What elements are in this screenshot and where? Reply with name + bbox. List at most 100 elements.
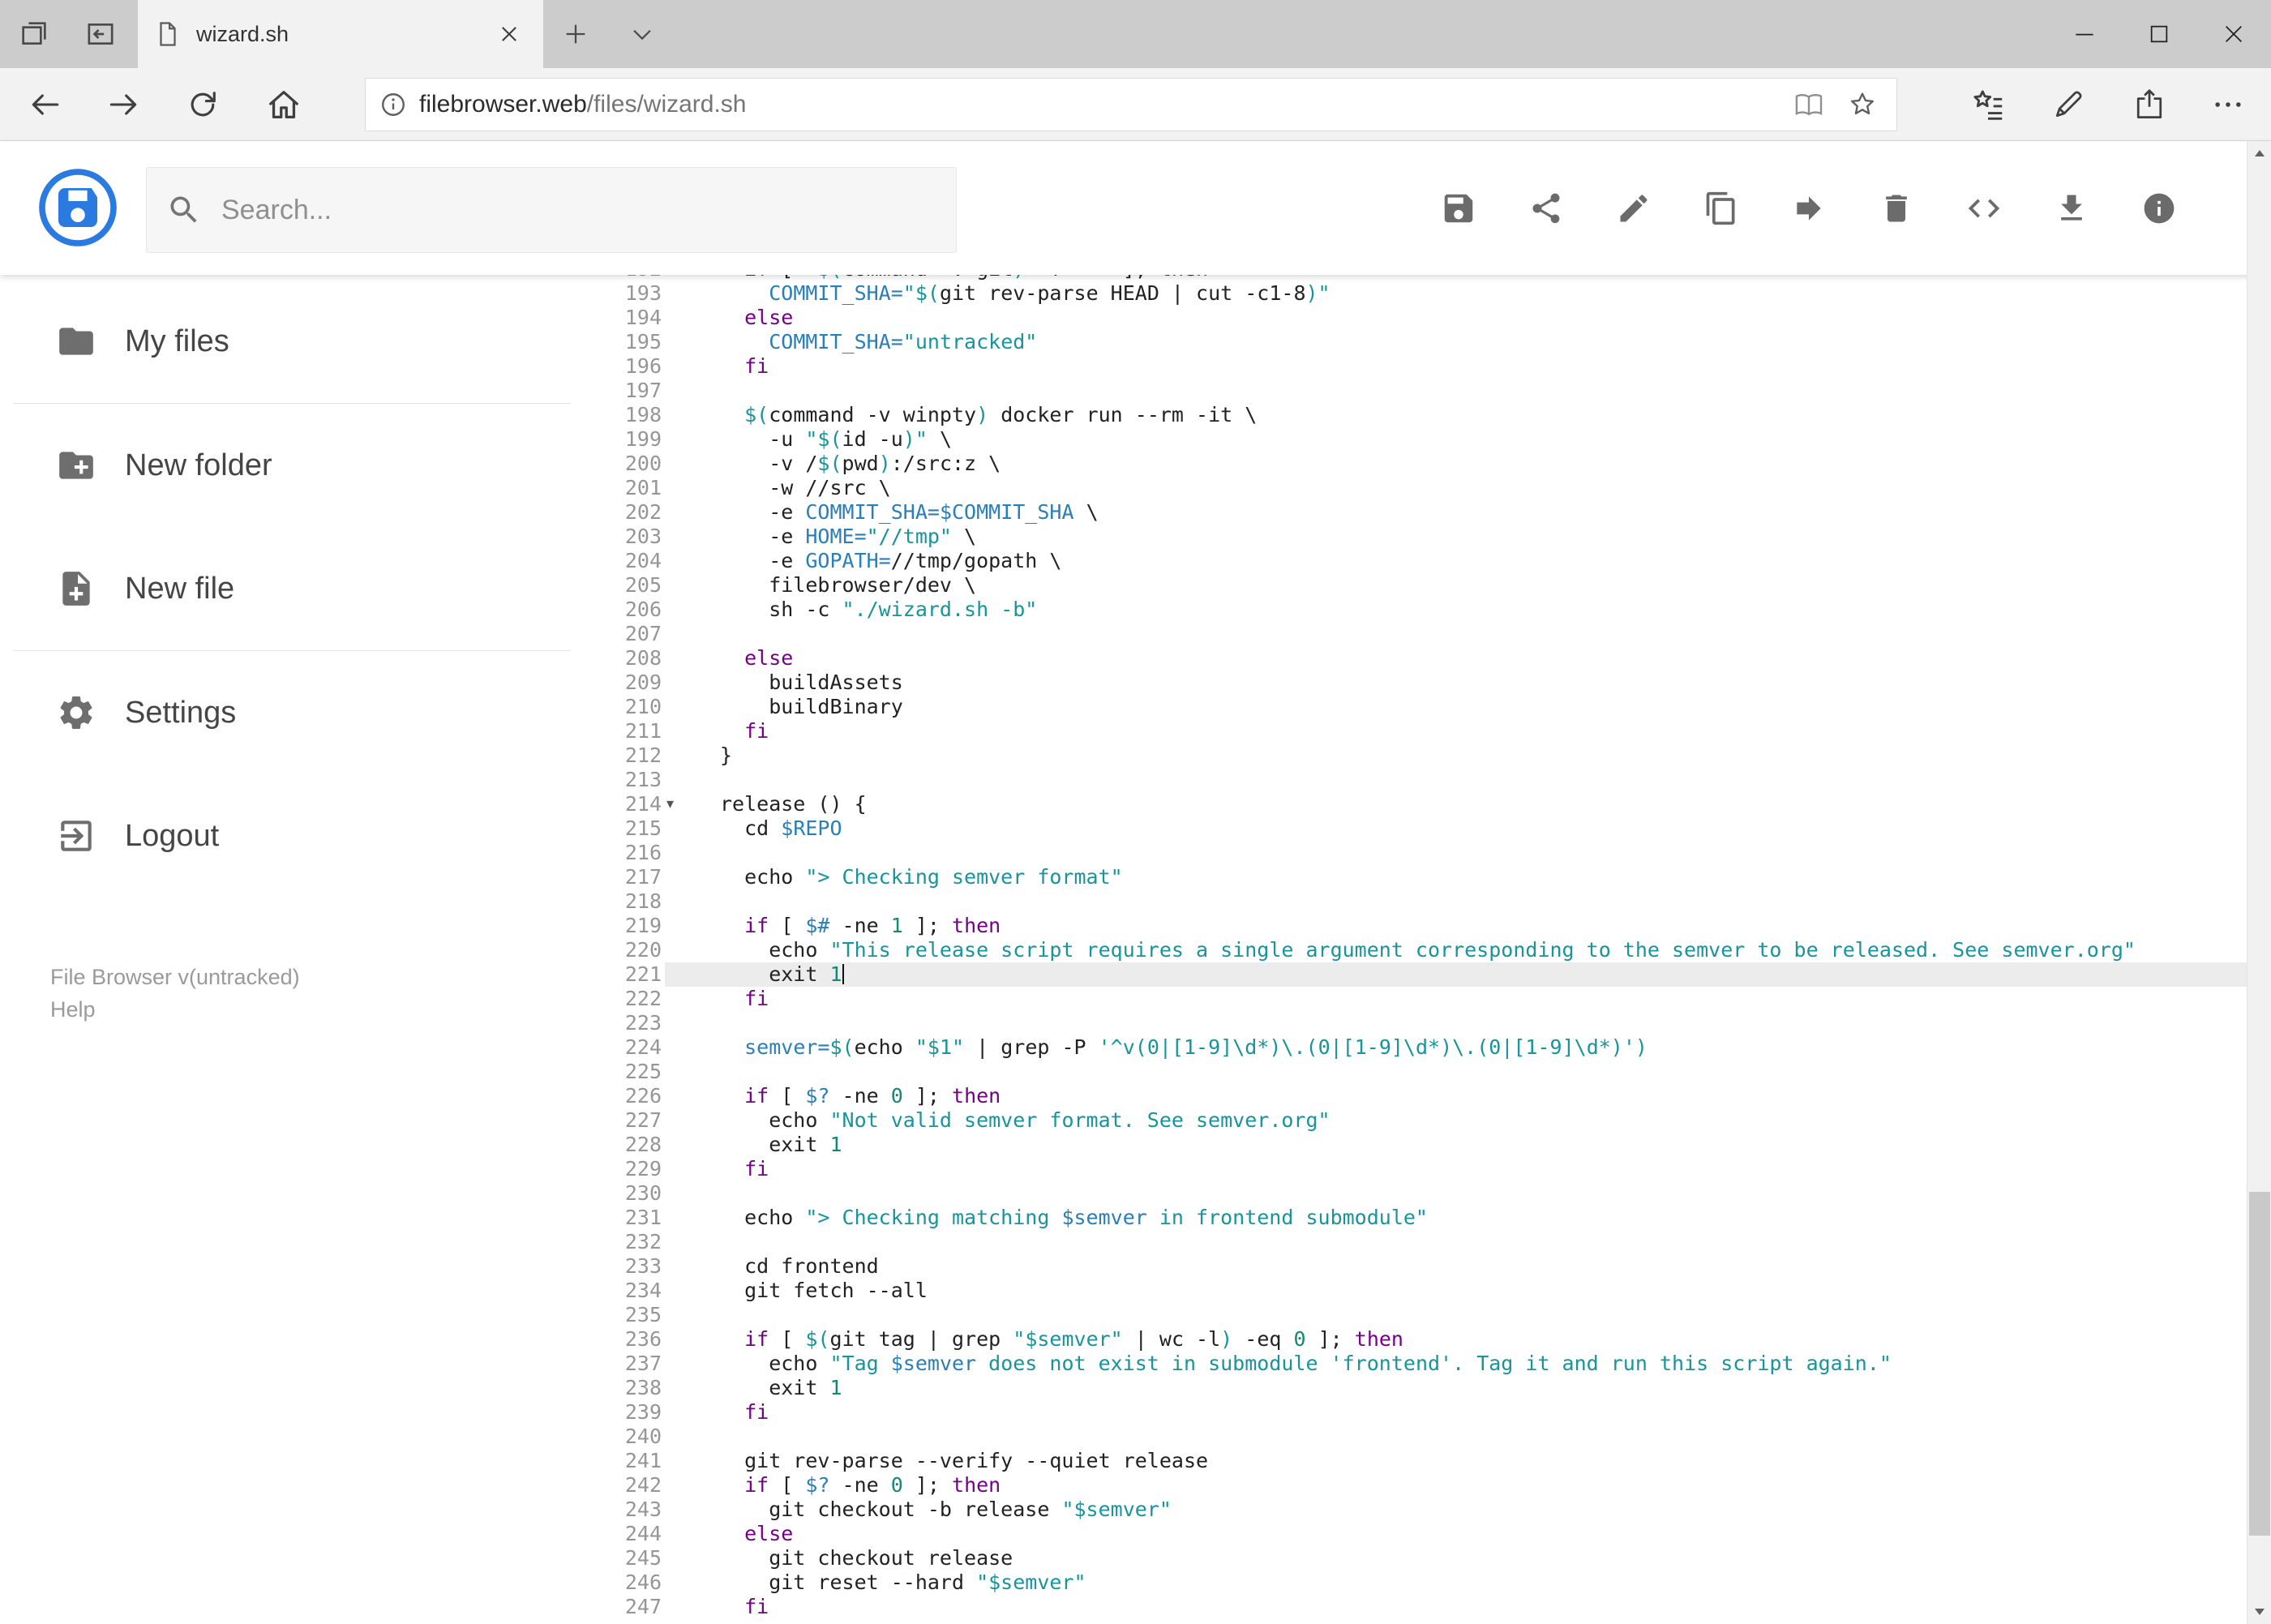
code-line[interactable]: 243 git checkout -b release "$semver" bbox=[584, 1498, 2247, 1522]
code-line[interactable]: 207 bbox=[584, 622, 2247, 646]
delete-button[interactable] bbox=[1878, 190, 1915, 227]
code-line[interactable]: 204 -e GOPATH=//tmp/gopath \ bbox=[584, 549, 2247, 573]
tab-close-icon[interactable] bbox=[491, 16, 527, 52]
code-line[interactable]: 210 buildBinary bbox=[584, 695, 2247, 719]
address-bar[interactable]: filebrowser.web/files/wizard.sh bbox=[365, 78, 1897, 131]
code-line[interactable]: 228 exit 1 bbox=[584, 1133, 2247, 1157]
code-editor[interactable]: 192 if [ "$(command -v git)" != "" ]; th… bbox=[584, 275, 2247, 1624]
sidebar-item-settings[interactable]: Settings bbox=[0, 651, 584, 774]
code-view-button[interactable] bbox=[1965, 190, 2003, 227]
code-line[interactable]: 197 bbox=[584, 379, 2247, 403]
close-button[interactable] bbox=[2196, 0, 2271, 68]
set-tabs-aside-icon[interactable] bbox=[11, 11, 57, 57]
share-file-button[interactable] bbox=[1528, 190, 1565, 227]
hub-icon[interactable] bbox=[1962, 79, 2014, 131]
download-button[interactable] bbox=[2053, 190, 2090, 227]
code-line[interactable]: 192 if [ "$(command -v git)" != "" ]; th… bbox=[584, 275, 2247, 281]
code-line[interactable]: 231 echo "> Checking matching $semver in… bbox=[584, 1206, 2247, 1230]
code-line[interactable]: 205 filebrowser/dev \ bbox=[584, 573, 2247, 598]
code-line[interactable]: 238 exit 1 bbox=[584, 1376, 2247, 1400]
favorite-star-icon[interactable] bbox=[1841, 84, 1883, 126]
code-line[interactable]: 211 fi bbox=[584, 719, 2247, 743]
code-line[interactable]: 198 $(command -v winpty) docker run --rm… bbox=[584, 403, 2247, 427]
back-button[interactable] bbox=[19, 79, 71, 131]
tab-list-chevron-icon[interactable] bbox=[619, 11, 665, 57]
code-line[interactable]: 239 fi bbox=[584, 1400, 2247, 1425]
code-line[interactable]: 220 echo "This release script requires a… bbox=[584, 938, 2247, 962]
scrollbar-thumb[interactable] bbox=[2249, 1192, 2270, 1536]
code-line[interactable]: 196 fi bbox=[584, 354, 2247, 379]
help-link[interactable]: Help bbox=[50, 993, 300, 1026]
code-line[interactable]: 226 if [ $? -ne 0 ]; then bbox=[584, 1084, 2247, 1108]
code-line[interactable]: 240 bbox=[584, 1425, 2247, 1449]
code-line[interactable]: 214 ▾ release () { bbox=[584, 792, 2247, 816]
code-line[interactable]: 193 COMMIT_SHA="$(git rev-parse HEAD | c… bbox=[584, 281, 2247, 306]
search-box[interactable]: Search... bbox=[146, 167, 957, 253]
code-line[interactable]: 212} bbox=[584, 743, 2247, 768]
code-line[interactable]: 194 else bbox=[584, 306, 2247, 330]
code-line[interactable]: 215 cd $REPO bbox=[584, 816, 2247, 841]
code-line[interactable]: 202 -e COMMIT_SHA=$COMMIT_SHA \ bbox=[584, 500, 2247, 525]
code-line[interactable]: 229 fi bbox=[584, 1157, 2247, 1181]
code-line[interactable]: 209 buildAssets bbox=[584, 671, 2247, 695]
code-line[interactable]: 234 git fetch --all bbox=[584, 1279, 2247, 1303]
code-line[interactable]: 247 fi bbox=[584, 1595, 2247, 1619]
code-line[interactable]: 206 sh -c "./wizard.sh -b" bbox=[584, 598, 2247, 622]
code-line[interactable]: 246 git reset --hard "$semver" bbox=[584, 1570, 2247, 1595]
sidebar-item-my-files[interactable]: My files bbox=[0, 280, 584, 403]
code-line[interactable]: 237 echo "Tag $semver does not exist in … bbox=[584, 1352, 2247, 1376]
code-line[interactable]: 225 bbox=[584, 1060, 2247, 1084]
code-line[interactable]: 219 if [ $# -ne 1 ]; then bbox=[584, 914, 2247, 938]
code-line[interactable]: 223 bbox=[584, 1011, 2247, 1035]
copy-button[interactable] bbox=[1703, 190, 1740, 227]
info-button[interactable] bbox=[2140, 190, 2178, 227]
maximize-button[interactable] bbox=[2122, 0, 2196, 68]
code-line[interactable]: 199 -u "$(id -u)" \ bbox=[584, 427, 2247, 452]
save-button[interactable] bbox=[1440, 190, 1477, 227]
code-line[interactable]: 242 if [ $? -ne 0 ]; then bbox=[584, 1473, 2247, 1498]
code-line[interactable]: 241 git rev-parse --verify --quiet relea… bbox=[584, 1449, 2247, 1473]
minimize-button[interactable] bbox=[2047, 0, 2122, 68]
code-line[interactable]: 236 if [ $(git tag | grep "$semver" | wc… bbox=[584, 1327, 2247, 1352]
code-line[interactable]: 203 -e HOME="//tmp" \ bbox=[584, 525, 2247, 549]
scroll-up-icon[interactable] bbox=[2247, 141, 2271, 165]
browser-tab[interactable]: wizard.sh bbox=[138, 0, 543, 68]
more-options-icon[interactable] bbox=[2202, 79, 2254, 131]
fold-arrow-icon[interactable]: ▾ bbox=[666, 792, 688, 816]
code-line[interactable]: 218 bbox=[584, 889, 2247, 914]
code-line[interactable]: 217 echo "> Checking semver format" bbox=[584, 865, 2247, 889]
reading-view-icon[interactable] bbox=[1788, 84, 1830, 126]
code-line[interactable]: 195 COMMIT_SHA="untracked" bbox=[584, 330, 2247, 354]
new-tab-button[interactable] bbox=[553, 11, 598, 57]
code-line[interactable]: 208 else bbox=[584, 646, 2247, 671]
code-line[interactable]: 216 bbox=[584, 841, 2247, 865]
code-line[interactable]: 244 else bbox=[584, 1522, 2247, 1546]
filebrowser-logo[interactable] bbox=[39, 169, 117, 246]
code-line[interactable]: 233 cd frontend bbox=[584, 1254, 2247, 1279]
code-line[interactable]: 235 bbox=[584, 1303, 2247, 1327]
code-line[interactable]: 232 bbox=[584, 1230, 2247, 1254]
code-line[interactable]: 224 semver=$(echo "$1" | grep -P '^v(0|[… bbox=[584, 1035, 2247, 1060]
vertical-scrollbar[interactable] bbox=[2247, 141, 2271, 1624]
code-line[interactable]: 227 echo "Not valid semver format. See s… bbox=[584, 1108, 2247, 1133]
sidebar-item-logout[interactable]: Logout bbox=[0, 774, 584, 898]
scroll-down-icon[interactable] bbox=[2247, 1600, 2271, 1624]
code-line[interactable]: 200 -v /$(pwd):/src:z \ bbox=[584, 452, 2247, 476]
refresh-button[interactable] bbox=[177, 79, 229, 131]
forward-button[interactable] bbox=[97, 79, 149, 131]
code-line[interactable]: 222 fi bbox=[584, 987, 2247, 1011]
code-line[interactable]: 213 bbox=[584, 768, 2247, 792]
code-line[interactable]: 201 -w //src \ bbox=[584, 476, 2247, 500]
site-info-icon[interactable] bbox=[379, 90, 408, 119]
sidebar-item-new-file[interactable]: New file bbox=[0, 527, 584, 650]
sidebar-item-new-folder[interactable]: New folder bbox=[0, 404, 584, 527]
move-button[interactable] bbox=[1790, 190, 1828, 227]
code-line[interactable]: 221 exit 1 bbox=[584, 962, 2247, 987]
share-icon[interactable] bbox=[2123, 79, 2175, 131]
tab-preview-icon[interactable] bbox=[78, 11, 123, 57]
rename-button[interactable] bbox=[1615, 190, 1652, 227]
home-button[interactable] bbox=[258, 79, 310, 131]
code-line[interactable]: 230 bbox=[584, 1181, 2247, 1206]
code-line[interactable]: 245 git checkout release bbox=[584, 1546, 2247, 1570]
annotate-pen-icon[interactable] bbox=[2042, 79, 2094, 131]
